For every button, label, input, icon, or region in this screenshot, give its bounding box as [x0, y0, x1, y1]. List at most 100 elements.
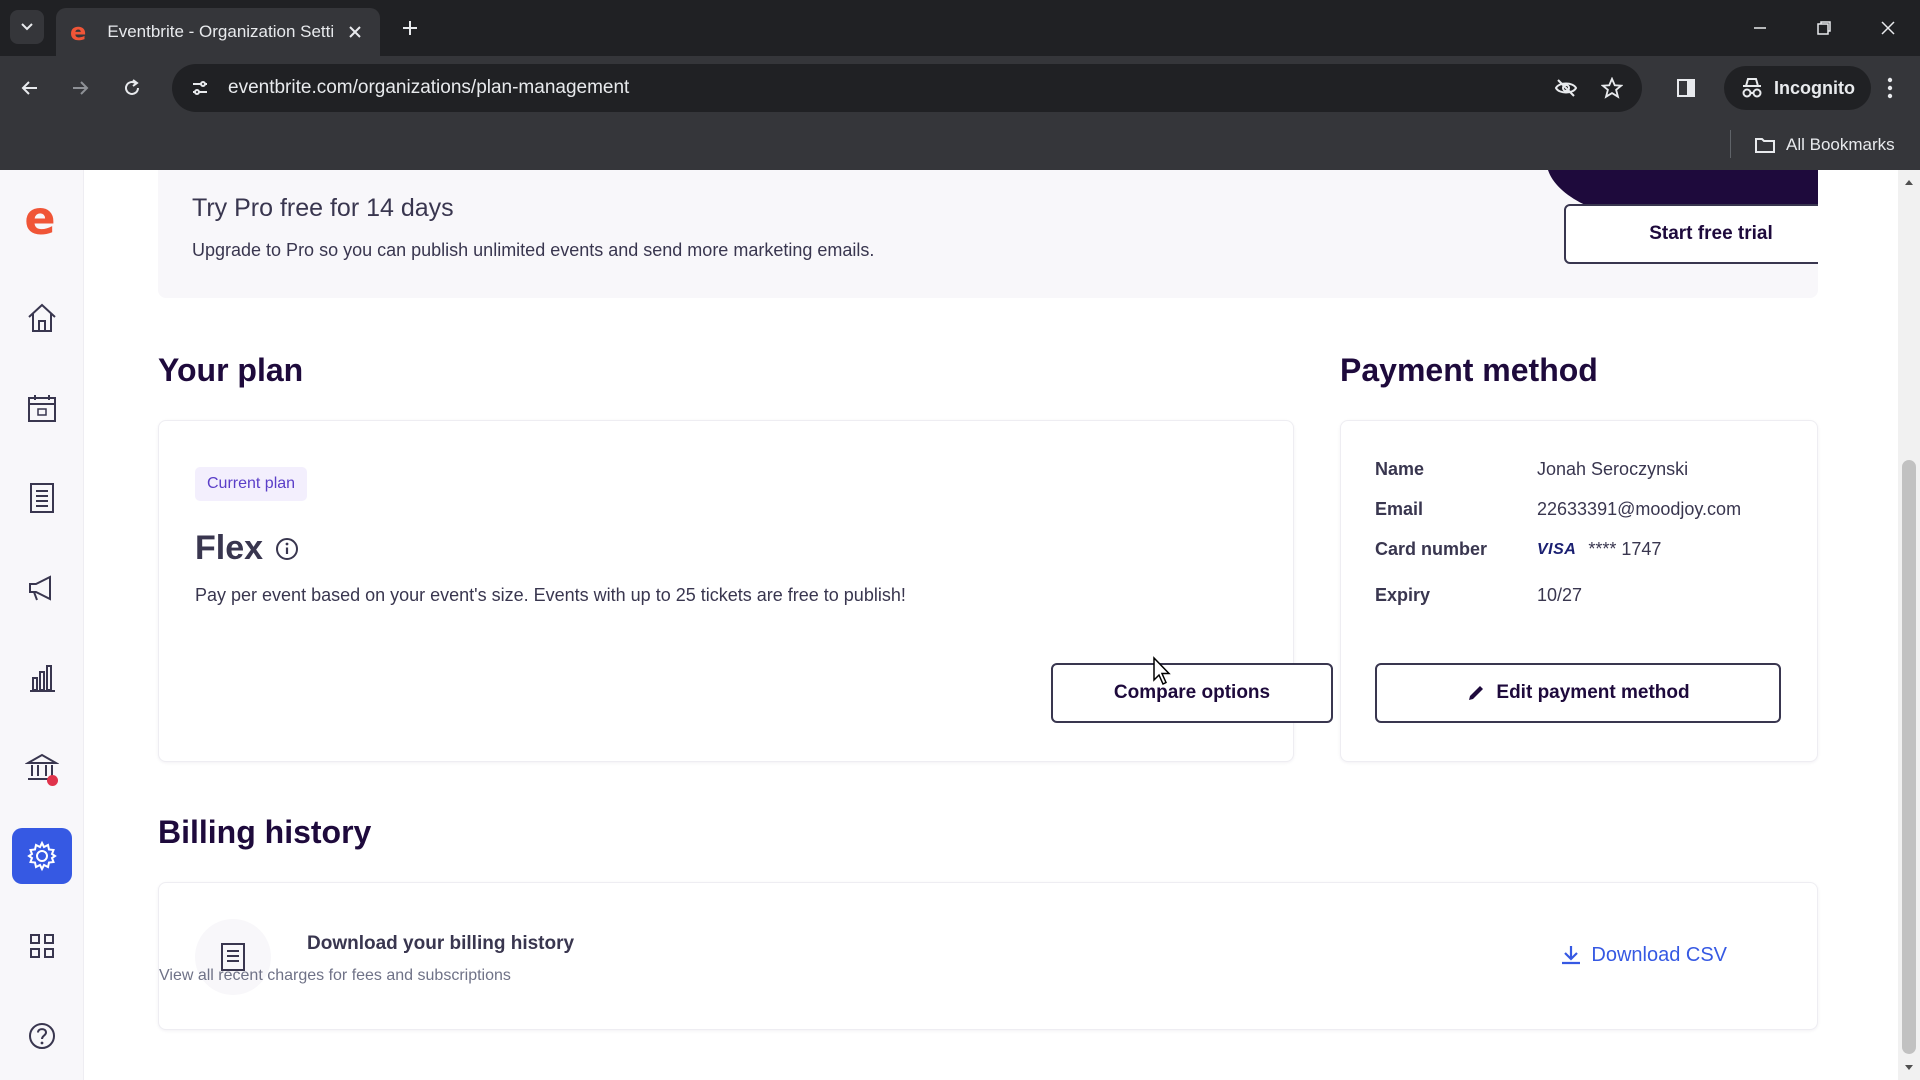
billing-history-subtitle: View all recent charges for fees and sub… — [159, 967, 511, 984]
grid-icon — [30, 934, 54, 958]
visa-logo-icon: VISA — [1537, 540, 1577, 558]
url-text[interactable]: eventbrite.com/organizations/plan-manage… — [228, 77, 629, 99]
mouse-cursor-icon — [1153, 656, 1171, 686]
payment-card: Name Jonah Seroczynski Email 22633391@mo… — [1340, 420, 1818, 762]
edit-payment-method-label: Edit payment method — [1496, 682, 1690, 703]
payment-name-value: Jonah Seroczynski — [1537, 459, 1689, 479]
main-content: Try Pro free for 14 days Upgrade to Pro … — [84, 170, 1898, 1080]
payment-email-value: 22633391@moodjoy.com — [1537, 499, 1742, 519]
address-bar[interactable]: eventbrite.com/organizations/plan-manage… — [172, 64, 1642, 112]
kebab-menu-icon — [1887, 77, 1893, 99]
forward-button[interactable] — [60, 68, 100, 108]
help-icon — [29, 1023, 55, 1049]
receipt-icon — [30, 483, 54, 513]
plan-description: Pay per event based on your event's size… — [195, 585, 906, 605]
scrollbar-thumb[interactable] — [1902, 460, 1916, 1054]
restore-button[interactable] — [1792, 0, 1856, 56]
gear-icon — [27, 840, 57, 872]
scroll-down-arrow-icon[interactable] — [1898, 1060, 1920, 1076]
bookmarks-divider — [1730, 130, 1731, 158]
billing-history-card: Download your billing history View all r… — [158, 882, 1818, 1030]
reload-icon — [125, 79, 139, 95]
eye-off-icon[interactable] — [1548, 70, 1584, 106]
sidebar-item-home[interactable] — [12, 290, 72, 346]
payment-name-row: Name Jonah Seroczynski — [1375, 459, 1688, 480]
close-icon — [349, 26, 362, 38]
incognito-icon — [1742, 78, 1762, 98]
folder-icon — [1755, 138, 1775, 153]
close-icon — [1881, 21, 1895, 35]
payment-card-label: Card number — [1375, 539, 1488, 559]
minimize-button[interactable] — [1728, 0, 1792, 56]
current-plan-badge: Current plan — [195, 467, 308, 501]
billing-history-title: Download your billing history — [307, 933, 575, 954]
browser-toolbar: eventbrite.com/organizations/plan-manage… — [0, 56, 1920, 120]
tab-strip: e Eventbrite - Organization Setti — [0, 0, 1920, 56]
sidebar-item-finance[interactable] — [12, 740, 72, 796]
app-sidebar: e — [0, 170, 84, 1080]
calendar-icon — [28, 395, 56, 422]
sidebar-item-marketing[interactable] — [12, 560, 72, 616]
compare-options-button[interactable]: Compare options — [1051, 663, 1333, 723]
payment-card-row: Card number VISA **** 1747 — [1375, 539, 1661, 560]
billing-history-heading: Billing history — [158, 814, 372, 850]
payment-email-label: Email — [1375, 499, 1424, 519]
page-scrollbar[interactable] — [1898, 170, 1920, 1080]
eventbrite-favicon-icon: e — [70, 18, 87, 46]
bar-chart-icon — [30, 665, 55, 692]
plus-icon — [403, 21, 417, 35]
download-csv-link[interactable]: Download CSV — [1559, 943, 1727, 967]
start-free-trial-button[interactable]: Start free trial — [1564, 204, 1818, 264]
site-info-icon[interactable] — [186, 74, 214, 102]
all-bookmarks-button[interactable]: All Bookmarks — [1754, 130, 1895, 160]
download-icon — [1562, 946, 1581, 965]
sidebar-item-events[interactable] — [12, 380, 72, 436]
your-plan-heading: Your plan — [158, 352, 304, 388]
promo-title: Try Pro free for 14 days — [192, 194, 454, 222]
payment-card-number: **** 1747 — [1588, 539, 1662, 559]
sidebar-item-orders[interactable] — [12, 470, 72, 526]
close-tab-button[interactable] — [345, 21, 366, 43]
payment-method-heading: Payment method — [1340, 352, 1598, 388]
side-panel-button[interactable] — [1666, 68, 1706, 108]
incognito-indicator[interactable]: Incognito — [1724, 66, 1871, 110]
sidebar-item-help[interactable] — [12, 1008, 72, 1064]
sidebar-item-apps[interactable] — [12, 918, 72, 974]
close-window-button[interactable] — [1856, 0, 1920, 56]
window-controls — [1728, 0, 1920, 56]
pro-trial-banner: Try Pro free for 14 days Upgrade to Pro … — [158, 170, 1818, 298]
promo-subtitle: Upgrade to Pro so you can publish unlimi… — [192, 240, 875, 260]
notification-dot — [47, 775, 58, 786]
new-tab-button[interactable] — [394, 12, 426, 44]
info-icon[interactable] — [275, 537, 299, 561]
browser-menu-button[interactable] — [1870, 68, 1910, 108]
reload-button[interactable] — [112, 68, 152, 108]
browser-tab[interactable]: e Eventbrite - Organization Setti — [56, 8, 380, 56]
arrow-left-icon — [21, 81, 37, 95]
tab-list-button[interactable] — [10, 10, 44, 44]
back-button[interactable] — [10, 68, 50, 108]
plan-card: Current plan Flex Pay per event based on… — [158, 420, 1333, 762]
payment-email-row: Email 22633391@moodjoy.com — [1375, 499, 1741, 520]
sidebar-item-reports[interactable] — [12, 650, 72, 706]
arrow-right-icon — [73, 81, 89, 95]
incognito-label: Incognito — [1774, 77, 1855, 98]
chevron-down-icon — [21, 23, 33, 31]
download-csv-label: Download CSV — [1591, 943, 1727, 966]
payment-expiry-label: Expiry — [1375, 585, 1431, 605]
sidebar-item-settings[interactable] — [12, 828, 72, 884]
restore-icon — [1817, 21, 1831, 35]
bookmarks-bar: All Bookmarks — [0, 120, 1920, 170]
star-icon[interactable] — [1594, 70, 1630, 106]
minimize-icon — [1754, 27, 1766, 29]
scroll-up-arrow-icon[interactable] — [1898, 174, 1920, 190]
home-icon — [28, 303, 56, 332]
all-bookmarks-label: All Bookmarks — [1786, 135, 1895, 154]
payment-expiry-value: 10/27 — [1537, 585, 1583, 605]
megaphone-icon — [29, 575, 51, 601]
eventbrite-logo[interactable]: e — [20, 195, 60, 241]
address-bar-actions — [1548, 70, 1630, 106]
payment-expiry-row: Expiry 10/27 — [1375, 585, 1582, 606]
edit-payment-method-button[interactable]: Edit payment method — [1375, 663, 1781, 723]
tab-title: Eventbrite - Organization Setti — [107, 22, 335, 41]
